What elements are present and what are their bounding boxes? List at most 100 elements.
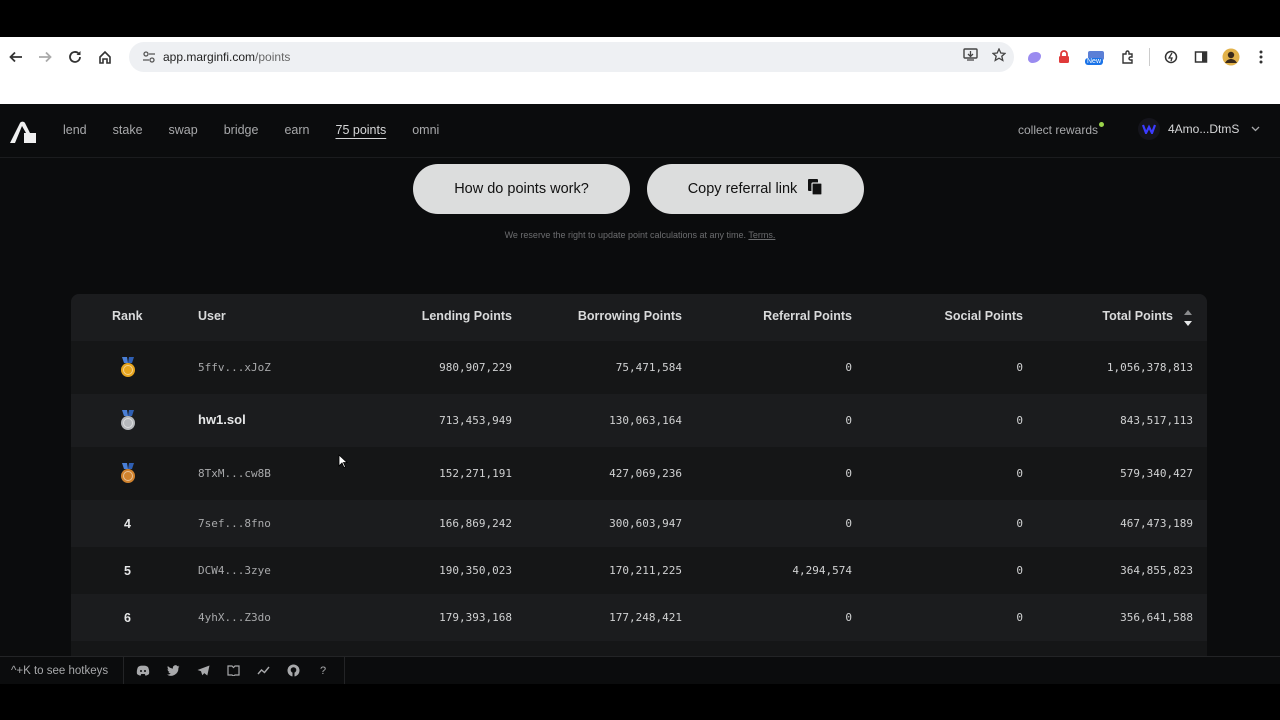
referral-points-value: 4,294,574 — [792, 564, 852, 577]
points-disclaimer: We reserve the right to update point cal… — [0, 230, 1280, 240]
copy-icon — [807, 178, 823, 200]
lending-points-value: 152,271,191 — [439, 467, 512, 480]
borrowing-points-value: 427,069,236 — [609, 467, 682, 480]
marginfi-logo[interactable] — [10, 119, 38, 148]
header-rank: Rank — [112, 309, 143, 323]
borrowing-points-value: 130,063,164 — [609, 414, 682, 427]
marginfi-app: lend stake swap bridge earn 75 points om… — [0, 104, 1280, 684]
install-app-icon[interactable] — [963, 48, 978, 66]
site-settings-icon[interactable] — [135, 51, 163, 63]
rank-number: 4 — [124, 517, 131, 531]
terms-link[interactable]: Terms. — [748, 230, 775, 240]
social-points-value: 0 — [1016, 517, 1023, 530]
browser-menu-icon[interactable] — [1252, 48, 1270, 66]
header-borrowing-points[interactable]: Borrowing Points — [578, 309, 682, 323]
help-icon[interactable]: ? — [316, 664, 330, 678]
referral-points-value: 0 — [845, 517, 852, 530]
user-address[interactable]: 8TxM...cw8B — [198, 467, 271, 480]
total-points-value: 843,517,113 — [1120, 414, 1193, 427]
wallet-icon — [1138, 118, 1160, 140]
header-referral-points[interactable]: Referral Points — [763, 309, 852, 323]
copy-referral-label: Copy referral link — [687, 181, 798, 197]
total-points-value: 467,473,189 — [1120, 517, 1193, 530]
wallet-address: 4Amo...DtmS — [1168, 122, 1240, 136]
lending-points-value: 166,869,242 — [439, 517, 512, 530]
top-letterbox — [0, 0, 1280, 37]
extensions-area: New — [1025, 37, 1270, 77]
user-address[interactable]: DCW4...3zye — [198, 564, 271, 577]
borrowing-points-value: 300,603,947 — [609, 517, 682, 530]
lending-points-value: 190,350,023 — [439, 564, 512, 577]
performance-icon[interactable] — [1162, 48, 1180, 66]
analytics-icon[interactable] — [256, 664, 270, 678]
hotkeys-hint: ^+K to see hotkeys — [0, 656, 124, 684]
main-nav: lend stake swap bridge earn 75 points om… — [63, 104, 439, 156]
extensions-puzzle-icon[interactable] — [1119, 48, 1137, 66]
browser-toolbar: app.marginfi.com/points New — [0, 37, 1280, 77]
borrowing-points-value: 170,211,225 — [609, 564, 682, 577]
table-row: 6 4yhX...Z3do 179,393,168 177,248,421 0 0 356,… — [71, 594, 1207, 641]
table-body: 5ffv...xJoZ 980,907,229 75,471,584 0 0 1,056,… — [71, 341, 1207, 641]
wallet-button[interactable]: 4Amo...DtmS — [1138, 118, 1260, 140]
browser-content-gap — [0, 77, 1280, 104]
extension-new-icon[interactable]: New — [1085, 48, 1107, 66]
lending-points-value: 980,907,229 — [439, 361, 512, 374]
extension-lock-icon[interactable] — [1055, 48, 1073, 66]
table-row: 4 7sef...8fno 166,869,242 300,603,947 0 0 467,… — [71, 500, 1207, 547]
referral-points-value: 0 — [845, 414, 852, 427]
header-social-points[interactable]: Social Points — [945, 309, 1024, 323]
disclaimer-text: We reserve the right to update point cal… — [504, 230, 747, 240]
social-points-value: 0 — [1016, 611, 1023, 624]
twitter-icon[interactable] — [166, 664, 180, 678]
nav-link-earn[interactable]: earn — [284, 123, 309, 137]
silver-medal-icon — [119, 410, 137, 432]
user-address[interactable]: 7sef...8fno — [198, 517, 271, 530]
sort-icon[interactable] — [1183, 308, 1193, 333]
table-row: 5 DCW4...3zye 190,350,023 170,211,225 4,294,… — [71, 547, 1207, 594]
github-icon[interactable] — [286, 664, 300, 678]
nav-link-bridge[interactable]: bridge — [224, 123, 259, 137]
url-host: app.marginfi.com — [163, 50, 256, 64]
social-points-value: 0 — [1016, 564, 1023, 577]
how-points-work-label: How do points work? — [454, 181, 589, 197]
docs-icon[interactable] — [226, 664, 240, 678]
user-address[interactable]: 5ffv...xJoZ — [198, 361, 271, 374]
profile-avatar[interactable] — [1222, 48, 1240, 66]
home-icon[interactable] — [90, 42, 120, 72]
rank-number: 5 — [124, 564, 131, 578]
user-address[interactable]: 4yhX...Z3do — [198, 611, 271, 624]
nav-link-omni[interactable]: omni — [412, 123, 439, 137]
bronze-medal-icon — [119, 463, 137, 485]
borrowing-points-value: 75,471,584 — [615, 361, 682, 374]
table-header: Rank User Lending Points Borrowing Point… — [71, 294, 1207, 341]
how-points-work-button[interactable]: How do points work? — [413, 164, 630, 214]
telegram-icon[interactable] — [196, 664, 210, 678]
header-user: User — [198, 309, 226, 323]
collect-rewards-link[interactable]: collect rewards — [1018, 123, 1098, 137]
chevron-down-icon — [1251, 124, 1260, 135]
address-bar[interactable]: app.marginfi.com/points — [129, 42, 1014, 72]
discord-icon[interactable] — [136, 664, 150, 678]
rank-number: 6 — [124, 611, 131, 625]
reload-icon[interactable] — [60, 42, 90, 72]
side-panel-icon[interactable] — [1192, 48, 1210, 66]
header-lending-points[interactable]: Lending Points — [422, 309, 512, 323]
nav-link-swap[interactable]: swap — [169, 123, 198, 137]
leaderboard-table: Rank User Lending Points Borrowing Point… — [71, 294, 1207, 684]
nav-link-stake[interactable]: stake — [113, 123, 143, 137]
referral-points-value: 0 — [845, 611, 852, 624]
bookmark-star-icon[interactable] — [991, 46, 1007, 67]
referral-points-value: 0 — [845, 467, 852, 480]
url-path: /points — [255, 50, 291, 64]
forward-icon[interactable] — [30, 42, 60, 72]
lending-points-value: 713,453,949 — [439, 414, 512, 427]
back-icon[interactable] — [1, 42, 31, 72]
total-points-value: 364,855,823 — [1120, 564, 1193, 577]
copy-referral-button[interactable]: Copy referral link — [647, 164, 864, 214]
nav-link-points[interactable]: 75 points — [336, 123, 387, 137]
nav-link-lend[interactable]: lend — [63, 123, 87, 137]
user-address[interactable]: hw1.sol — [198, 412, 246, 427]
header-total-points[interactable]: Total Points — [1102, 309, 1173, 323]
extension-phantom-icon[interactable] — [1025, 48, 1043, 66]
bottom-letterbox — [0, 684, 1280, 720]
